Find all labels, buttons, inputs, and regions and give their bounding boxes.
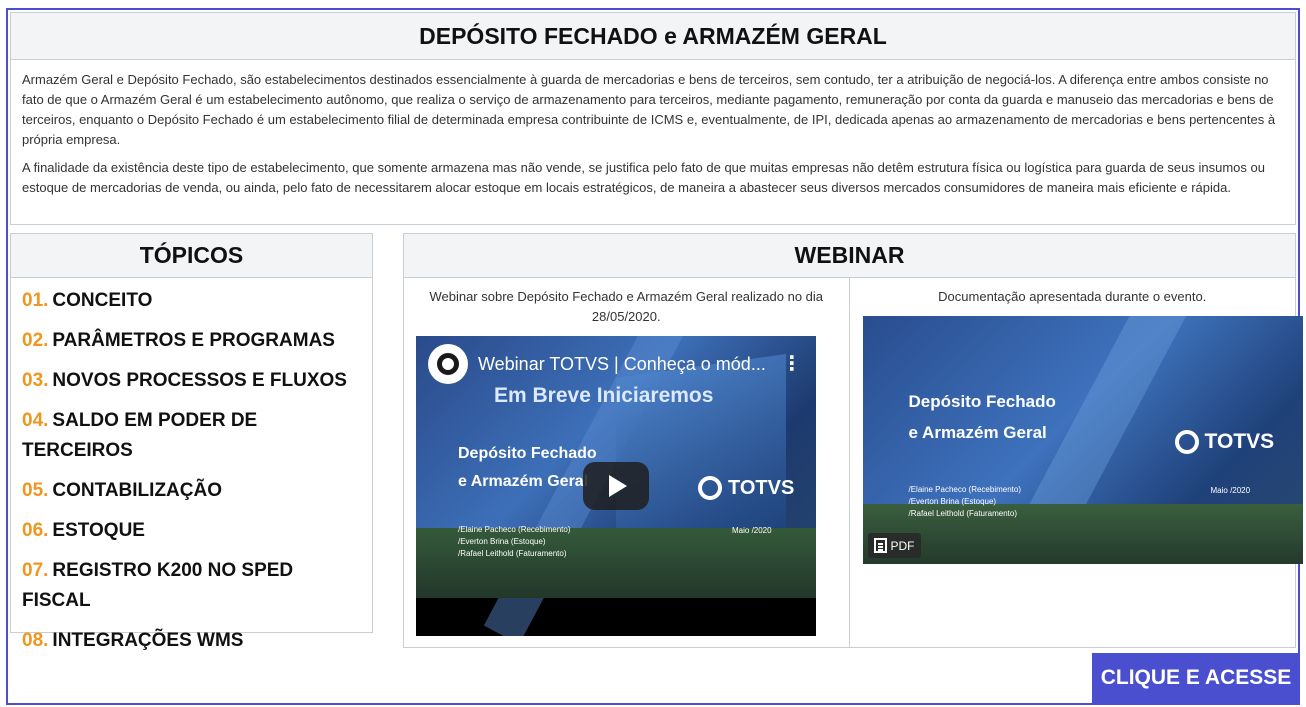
video-subject: Depósito Fechado e Armazém Geral bbox=[458, 440, 597, 496]
topic-link-conceito[interactable]: 01. CONCEITO bbox=[22, 286, 362, 316]
topics-panel: TÓPICOS 01. CONCEITO 02. PARÂMETROS E PROG… bbox=[10, 233, 373, 651]
more-options-icon[interactable]: ⋮ bbox=[782, 354, 802, 374]
pdf-subject-line-1: Depósito Fechado bbox=[908, 392, 1056, 411]
intro-panel: DEPÓSITO FECHADO e ARMAZÉM GERAL Armazém… bbox=[10, 12, 1296, 225]
topic-number: 04. bbox=[22, 410, 49, 431]
play-icon bbox=[609, 475, 627, 497]
video-player[interactable]: Em Breve Iniciaremos Depósito Fechado e … bbox=[416, 336, 816, 636]
pdf-badge[interactable]: PDF bbox=[867, 533, 921, 558]
topic-label: REGISTRO K200 NO SPED FISCAL bbox=[22, 560, 294, 611]
topic-label: CONCEITO bbox=[52, 290, 153, 311]
topic-label: CONTABILIZAÇÃO bbox=[52, 480, 222, 501]
video-column: Webinar sobre Depósito Fechado e Armazém… bbox=[404, 278, 850, 647]
intro-paragraph-2: A finalidade da existência deste tipo de… bbox=[22, 160, 1265, 195]
totvs-logo-icon bbox=[698, 476, 722, 500]
topic-label: INTEGRAÇÕES WMS bbox=[52, 630, 244, 651]
topic-label: ESTOQUE bbox=[52, 520, 145, 541]
presenter-name: /Elaine Pacheco (Recebimento) bbox=[908, 485, 1022, 494]
pdf-brand: TOTVS bbox=[1174, 430, 1275, 454]
video-subject-line-1: Depósito Fechado bbox=[458, 445, 597, 462]
topic-number: 06. bbox=[22, 520, 49, 541]
presenter-name: /Everton Brina (Estoque) bbox=[908, 497, 997, 506]
topic-number: 02. bbox=[22, 330, 49, 351]
video-header: Webinar TOTVS | Conheça o mód... ⋮ bbox=[416, 336, 816, 392]
page-title: DEPÓSITO FECHADO e ARMAZÉM GERAL bbox=[11, 13, 1295, 60]
document-caption: Documentação apresentada durante o event… bbox=[938, 289, 1207, 304]
play-button[interactable] bbox=[583, 462, 649, 510]
video-caption: Webinar sobre Depósito Fechado e Armazém… bbox=[429, 289, 824, 324]
topic-link-parametros[interactable]: 02. PARÂMETROS E PROGRAMAS bbox=[22, 326, 362, 356]
pdf-presenters: /Elaine Pacheco (Recebimento) /Everton B… bbox=[909, 484, 1022, 520]
access-button[interactable]: CLIQUE E ACESSE bbox=[1092, 653, 1300, 703]
pdf-brand-text: TOTVS bbox=[1204, 430, 1275, 453]
topic-link-saldo[interactable]: 04. SALDO EM PODER DE TERCEIROS bbox=[22, 406, 362, 466]
video-date: Maio /2020 bbox=[732, 526, 772, 535]
topic-number: 08. bbox=[22, 630, 49, 651]
video-brand: TOTVS bbox=[698, 476, 794, 500]
topic-list: 01. CONCEITO 02. PARÂMETROS E PROGRAMAS 03… bbox=[11, 278, 372, 656]
topic-link-k200[interactable]: 07. REGISTRO K200 NO SPED FISCAL bbox=[22, 556, 362, 616]
presenter-name: /Everton Brina (Estoque) bbox=[458, 537, 546, 546]
video-brand-text: TOTVS bbox=[728, 476, 795, 499]
intro-text: Armazém Geral e Depósito Fechado, são es… bbox=[11, 60, 1295, 198]
presenter-name: /Rafael Leithold (Faturamento) bbox=[458, 549, 567, 558]
topic-number: 01. bbox=[22, 290, 49, 311]
topic-link-estoque[interactable]: 06. ESTOQUE bbox=[22, 516, 362, 546]
presenter-name: /Rafael Leithold (Faturamento) bbox=[908, 509, 1018, 518]
channel-avatar-icon[interactable] bbox=[428, 344, 468, 384]
topic-number: 07. bbox=[22, 560, 49, 581]
topic-label: SALDO EM PODER DE TERCEIROS bbox=[22, 410, 258, 461]
topic-number: 05. bbox=[22, 480, 49, 501]
topic-label: NOVOS PROCESSOS E FLUXOS bbox=[52, 370, 347, 391]
pdf-preview[interactable]: Depósito Fechado e Armazém Geral TOTVS /… bbox=[862, 316, 1303, 564]
webinar-columns: Webinar sobre Depósito Fechado e Armazém… bbox=[404, 278, 1303, 647]
video-presenters: /Elaine Pacheco (Recebimento) /Everton B… bbox=[458, 524, 571, 560]
webinar-title: WEBINAR bbox=[404, 234, 1295, 278]
document-icon bbox=[873, 538, 887, 553]
video-subject-line-2: e Armazém Geral bbox=[458, 473, 589, 490]
pdf-badge-label: PDF bbox=[890, 538, 915, 553]
intro-paragraph-1: Armazém Geral e Depósito Fechado, são es… bbox=[22, 72, 1276, 147]
topic-link-wms[interactable]: 08. INTEGRAÇÕES WMS bbox=[22, 626, 362, 656]
topics-title: TÓPICOS bbox=[11, 234, 372, 278]
topic-label: PARÂMETROS E PROGRAMAS bbox=[52, 330, 335, 351]
video-title[interactable]: Webinar TOTVS | Conheça o mód... bbox=[478, 354, 766, 375]
pdf-subject: Depósito Fechado e Armazém Geral bbox=[909, 386, 1056, 448]
webinar-panel: WEBINAR Webinar sobre Depósito Fechado e… bbox=[403, 233, 1303, 648]
topic-link-processos[interactable]: 03. NOVOS PROCESSOS E FLUXOS bbox=[22, 366, 362, 396]
topic-link-contabilizacao[interactable]: 05. CONTABILIZAÇÃO bbox=[22, 476, 362, 506]
topic-number: 03. bbox=[22, 370, 49, 391]
presenter-name: /Elaine Pacheco (Recebimento) bbox=[458, 525, 571, 534]
document-column: Documentação apresentada durante o event… bbox=[850, 278, 1303, 647]
content-frame: DEPÓSITO FECHADO e ARMAZÉM GERAL Armazém… bbox=[6, 8, 1303, 705]
pdf-subject-line-2: e Armazém Geral bbox=[908, 423, 1047, 442]
pdf-date: Maio /2020 bbox=[1210, 486, 1251, 495]
totvs-logo-icon bbox=[1174, 430, 1199, 454]
